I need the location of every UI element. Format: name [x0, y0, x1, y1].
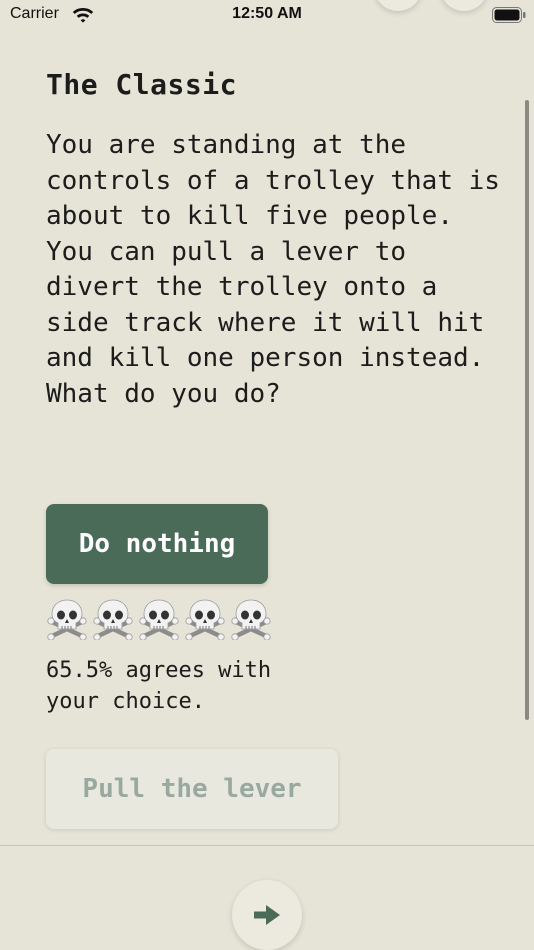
skull-and-crossbones-icon — [47, 599, 87, 640]
right-arrow-icon — [254, 905, 280, 925]
dilemma-title: The Classic — [46, 68, 237, 101]
pull-lever-label: Pull the lever — [82, 774, 302, 804]
skull-and-crossbones-icon — [139, 599, 179, 640]
skull-and-crossbones-icon — [93, 599, 133, 640]
next-button[interactable] — [232, 880, 302, 950]
do-nothing-button[interactable]: Do nothing — [46, 504, 268, 584]
dilemma-question: You are standing at the controls of a tr… — [46, 130, 500, 409]
pull-lever-button[interactable]: Pull the lever — [46, 749, 338, 829]
scrollbar[interactable] — [525, 100, 529, 720]
do-nothing-label: Do nothing — [78, 529, 236, 559]
victims-row — [46, 598, 272, 642]
agreement-text: 65.5% agrees with your choice. — [46, 658, 272, 714]
skull-and-crossbones-icon — [231, 599, 271, 640]
battery-icon — [492, 7, 526, 23]
divider — [0, 845, 534, 846]
skull-and-crossbones-icon — [185, 599, 225, 640]
